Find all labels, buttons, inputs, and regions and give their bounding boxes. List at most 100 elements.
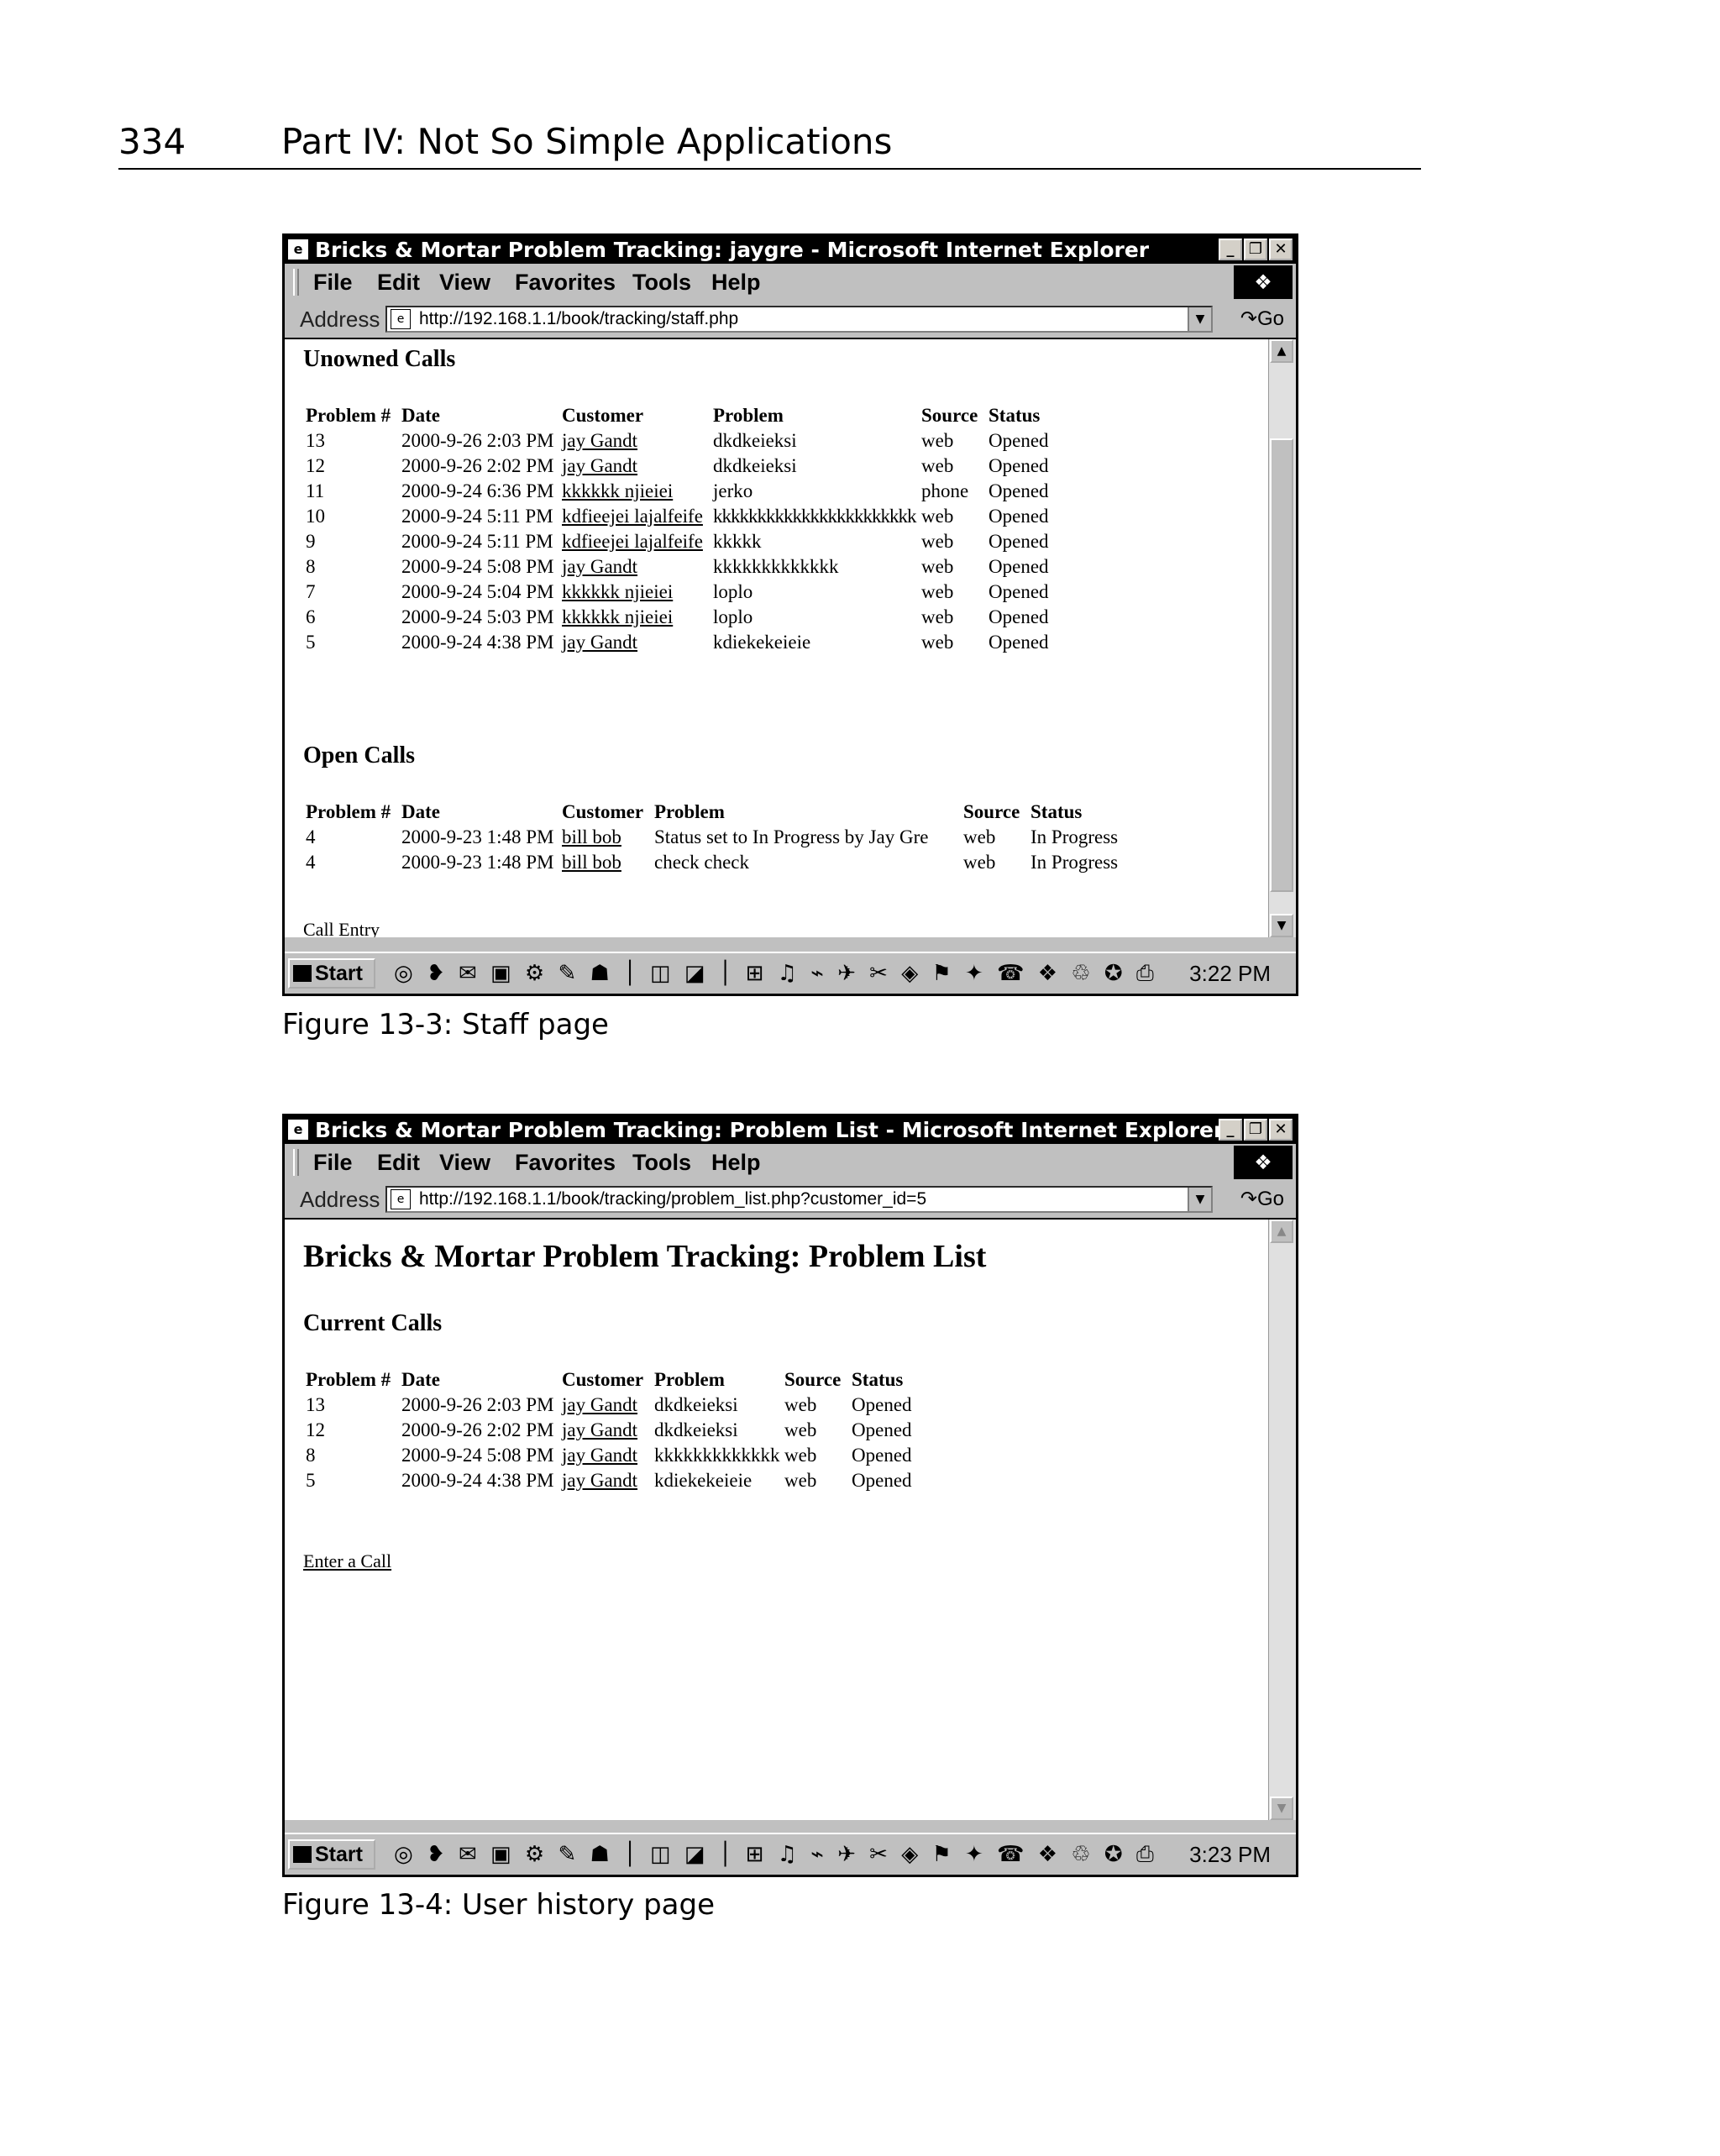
customer-link[interactable]: kkkkkk njieiei [562, 605, 703, 630]
customer-link[interactable]: jay Gandt [562, 630, 703, 655]
cell: Opened [988, 581, 1049, 602]
cell: 2000-9-24 5:08 PM [401, 556, 554, 577]
address-label: Address [300, 1187, 380, 1212]
address-input[interactable]: e http://192.168.1.1/book/tracking/staff… [385, 306, 1213, 333]
cell: Opened [988, 506, 1049, 527]
cell: kdiekekeieie [654, 1470, 752, 1491]
enter-call-link[interactable]: Enter a Call [303, 1550, 391, 1572]
cell: kkkkk [713, 531, 762, 552]
customer-link[interactable]: jay Gandt [562, 1418, 643, 1443]
header-problem: Problem [713, 405, 784, 426]
cell: 2000-9-26 2:02 PM [401, 455, 554, 476]
column-problem-number: Problem # 13 12 11 10 9 8 7 6 5 [306, 403, 391, 655]
restore-button[interactable]: ❐ [1244, 239, 1267, 260]
column-status: Status In Progress In Progress [1030, 800, 1118, 875]
minimize-button[interactable]: _ [1219, 1119, 1242, 1141]
cell: kkkkkkkkkkkkk [713, 556, 839, 577]
menu-help[interactable]: Help [711, 1144, 761, 1181]
header-source: Source [784, 1369, 842, 1390]
column-status: Status Opened Opened Opened Opened Opene… [988, 403, 1049, 655]
customer-link[interactable]: kkkkkk njieiei [562, 580, 703, 605]
menu-favorites[interactable]: Favorites [515, 264, 616, 301]
browser-viewport: Bricks & Mortar Problem Tracking: Proble… [285, 1218, 1296, 1820]
scroll-up-icon[interactable]: ▲ [1270, 1220, 1293, 1243]
customer-link[interactable]: jay Gandt [562, 1468, 643, 1493]
customer-link[interactable]: jay Gandt [562, 454, 703, 479]
cell: dkdkeieksi [713, 430, 797, 451]
vertical-scrollbar[interactable]: ▲ ▼ [1268, 1220, 1296, 1820]
menu-file[interactable]: File [313, 1144, 353, 1181]
window-title: Bricks & Mortar Problem Tracking: jaygre… [315, 238, 1150, 262]
cell: web [921, 556, 954, 577]
clock: 3:22 PM [1189, 961, 1271, 986]
scroll-up-icon[interactable]: ▲ [1270, 339, 1293, 363]
menu-edit[interactable]: Edit [377, 264, 420, 301]
customer-link[interactable]: jay Gandt [562, 1393, 643, 1418]
header-status: Status [1030, 801, 1083, 822]
menu-favorites[interactable]: Favorites [515, 1144, 616, 1181]
start-button[interactable]: Start [288, 1839, 375, 1870]
cell: web [921, 430, 954, 451]
cell: 7 [306, 581, 316, 602]
windows-flag-icon [293, 965, 312, 982]
call-entry-link[interactable]: Call Entry [303, 919, 380, 937]
cell: Opened [988, 606, 1049, 627]
customer-link[interactable]: jay Gandt [562, 428, 703, 454]
address-input[interactable]: e http://192.168.1.1/book/tracking/probl… [385, 1186, 1213, 1213]
go-label: Go [1256, 307, 1284, 330]
go-button[interactable]: ↷Go [1240, 301, 1284, 338]
start-button[interactable]: Start [288, 958, 375, 989]
customer-link[interactable]: jay Gandt [562, 554, 703, 580]
header-status: Status [988, 405, 1041, 426]
page-icon: e [391, 309, 411, 329]
go-arrow-icon: ↷ [1240, 1188, 1257, 1210]
customer-link[interactable]: jay Gandt [562, 1443, 643, 1468]
column-source: Source web web web web [784, 1367, 841, 1493]
chevron-down-icon[interactable]: ▼ [1188, 1188, 1211, 1211]
cell: 2000-9-24 4:38 PM [401, 1470, 554, 1491]
title-bar: e Bricks & Mortar Problem Tracking: Prob… [285, 1116, 1296, 1144]
cell: web [921, 606, 954, 627]
column-customer: Customer jay Gandt jay Gandt kkkkkk njie… [562, 403, 703, 655]
address-label: Address [300, 307, 380, 332]
menu-tools[interactable]: Tools [632, 264, 691, 301]
ie-window-icon: e [288, 1120, 308, 1140]
ie-window-icon: e [288, 239, 308, 260]
quick-launch-icons[interactable]: ◎ ❥ ✉ ▣ ⚙ ✎ ☗ │ ◫ ◪ │ ⊞ ♫ ⌁ ✈ ✂ ◈ ⚑ ✦ ☎ … [394, 962, 1157, 985]
cell: Opened [988, 556, 1049, 577]
menu-view[interactable]: View [439, 264, 490, 301]
cell: Opened [988, 632, 1049, 653]
restore-button[interactable]: ❐ [1244, 1119, 1267, 1141]
quick-launch-icons[interactable]: ◎ ❥ ✉ ▣ ⚙ ✎ ☗ │ ◫ ◪ │ ⊞ ♫ ⌁ ✈ ✂ ◈ ⚑ ✦ ☎ … [394, 1843, 1157, 1866]
close-button[interactable]: ✕ [1269, 239, 1293, 260]
close-button[interactable]: ✕ [1269, 1119, 1293, 1141]
cell: 10 [306, 506, 325, 527]
menu-view[interactable]: View [439, 1144, 490, 1181]
scroll-down-icon[interactable]: ▼ [1270, 1797, 1293, 1820]
menu-tools[interactable]: Tools [632, 1144, 691, 1181]
figure-caption: Figure 13-4: User history page [282, 1888, 716, 1922]
menu-help[interactable]: Help [711, 264, 761, 301]
scroll-down-icon[interactable]: ▼ [1270, 914, 1293, 937]
customer-link[interactable]: bill bob [562, 850, 643, 875]
chevron-down-icon[interactable]: ▼ [1188, 307, 1211, 331]
menu-edit[interactable]: Edit [377, 1144, 420, 1181]
column-customer: Customer bill bob bill bob [562, 800, 643, 875]
customer-link[interactable]: bill bob [562, 825, 643, 850]
go-button[interactable]: ↷Go [1240, 1181, 1284, 1218]
menu-file[interactable]: File [313, 264, 353, 301]
column-customer: Customer jay Gandt jay Gandt jay Gandt j… [562, 1367, 643, 1493]
toolbar-grip [293, 1149, 299, 1176]
toolbar-grip [293, 269, 299, 296]
customer-link[interactable]: kdfieejei lajalfeife [562, 529, 703, 554]
customer-link[interactable]: kdfieejei lajalfeife [562, 504, 703, 529]
address-bar: Address e http://192.168.1.1/book/tracki… [285, 301, 1296, 339]
scroll-thumb[interactable] [1270, 438, 1293, 892]
column-problem-number: Problem # 4 4 [306, 800, 391, 875]
browser-viewport: Unowned Calls Problem # 13 12 11 10 9 8 … [285, 338, 1296, 937]
customer-link[interactable]: kkkkkk njieiei [562, 479, 703, 504]
minimize-button[interactable]: _ [1219, 239, 1242, 260]
header-customer: Customer [562, 405, 644, 426]
vertical-scrollbar[interactable]: ▲ ▼ [1268, 339, 1296, 937]
cell: kkkkkkkkkkkkk [654, 1445, 780, 1466]
